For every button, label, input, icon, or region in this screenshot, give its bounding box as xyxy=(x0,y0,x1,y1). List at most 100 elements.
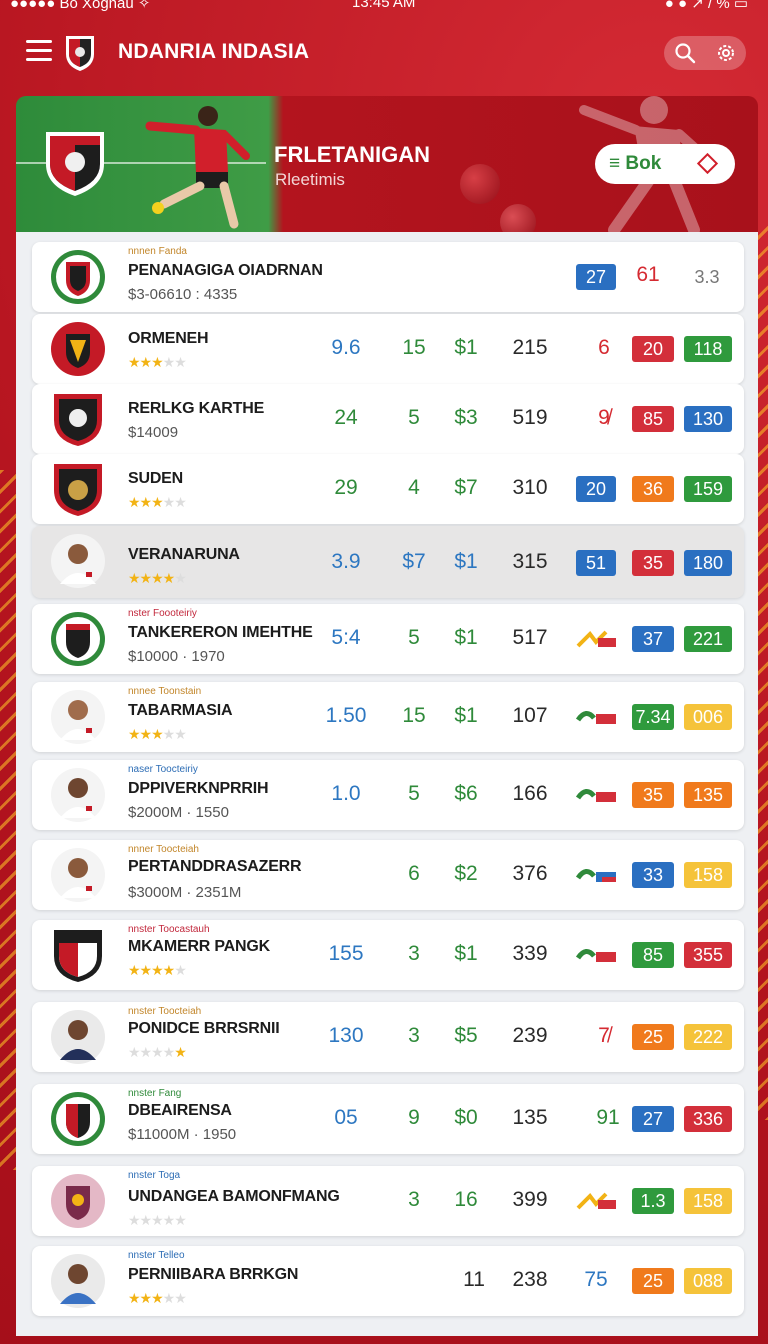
stat-chip: 336 xyxy=(684,1106,732,1132)
list-item[interactable]: nnnen Fanda PENANAGIGA OIADRNAN $3-06610… xyxy=(32,242,744,312)
gear-icon[interactable] xyxy=(714,41,738,65)
stat-value: 3 xyxy=(408,942,420,965)
stat-value: 5 xyxy=(408,406,420,429)
stat-value: 1.0 xyxy=(331,782,361,805)
stat-value: 9 xyxy=(408,1106,420,1129)
stat-value: 91 xyxy=(596,1106,620,1129)
stat-value: 1.50 xyxy=(325,704,367,727)
list-item[interactable]: nnster Fang DBEAIRENSA $11000M · 1950 05… xyxy=(32,1084,744,1154)
player-avatar xyxy=(50,846,106,904)
row-name: PERNIIBARA BRRKGN xyxy=(128,1266,299,1283)
trend-icon xyxy=(576,1192,616,1210)
stat-value: 310 xyxy=(512,476,548,499)
row-sub: $11000M · 1950 xyxy=(128,1126,237,1143)
row-tag: nnster Fang xyxy=(128,1088,182,1099)
player-avatar xyxy=(50,1008,106,1066)
stat-value: 6 xyxy=(598,336,610,359)
stat-chip: 20 xyxy=(576,476,616,502)
row-name: PERTANDDRASAZERR xyxy=(128,858,302,875)
stat-value: 4 xyxy=(408,476,420,499)
trend-icon xyxy=(576,630,616,648)
stat-value: $1 xyxy=(454,704,478,727)
stat-value: 376 xyxy=(512,862,548,885)
row-sub: $10000 · 1970 xyxy=(128,648,225,665)
stat-chip: 118 xyxy=(684,336,732,362)
row-name: SUDEN xyxy=(128,470,184,487)
list-item-selected[interactable]: VERANARUNA ★★★★★ 3.9 $7 $1 315 51 35 180 xyxy=(32,526,744,598)
stat-chip: 25 xyxy=(632,1268,674,1294)
club-badge-icon xyxy=(50,610,106,668)
list-item[interactable]: nster Foooteiriy TANKERERON IMEHTHE $100… xyxy=(32,604,744,674)
stat-chip: 158 xyxy=(684,1188,732,1214)
stat-chip: 088 xyxy=(684,1268,732,1294)
header-actions xyxy=(664,36,746,70)
list-item[interactable]: ORMENEH ★★★★★ 9.6 15 $1 215 6 20 118 xyxy=(32,314,744,384)
club-logo-icon xyxy=(66,36,94,71)
trend-icon xyxy=(576,869,616,882)
row-sub: $14009 xyxy=(128,424,179,441)
stat-value: $6 xyxy=(454,782,478,805)
list-item[interactable]: nnster Toocteiah PONIDCE BRRSRNII ★★★★★ … xyxy=(32,1002,744,1072)
stat-value: 7̸ xyxy=(598,1024,610,1047)
hamburger-icon[interactable] xyxy=(26,40,52,62)
stat-chip: 36 xyxy=(632,476,674,502)
status-bar: ●●●●● Bo Xognau ✧ 13:45 AM ● ● ↗ / % ▭ xyxy=(0,0,768,14)
stat-value: 315 xyxy=(512,550,548,573)
club-badge-icon xyxy=(50,320,106,378)
list-item[interactable]: naser Toocteiriy DPPIVERKNPRRIH $2000M ·… xyxy=(32,760,744,830)
list-item[interactable]: nnster Toocastauh MKAMERR PANGK ★★★★★ 15… xyxy=(32,920,744,990)
hero-title: FRLETANIGAN xyxy=(274,142,431,167)
row-name: DBEAIRENSA xyxy=(128,1102,232,1119)
stat-chip: 006 xyxy=(684,704,732,730)
stat-value: 517 xyxy=(512,626,548,649)
stat-chip: 180 xyxy=(684,550,732,576)
stat-value: 135 xyxy=(512,1106,548,1129)
list-item[interactable]: RERLKG KARTHE $14009 24 5 $3 519 9̸ 85 1… xyxy=(32,384,744,454)
row-name: TANKERERON IMEHTHE xyxy=(128,624,313,641)
stat-chip: 51 xyxy=(576,550,616,576)
list-item[interactable]: nnster Telleo PERNIIBARA BRRKGN ★★★★★ 11… xyxy=(32,1246,744,1316)
stat-value: 215 xyxy=(512,336,548,359)
football-icon xyxy=(460,164,500,204)
row-tag: nnster Toocteiah xyxy=(128,1006,202,1017)
player-avatar xyxy=(50,688,106,746)
trend-icon xyxy=(576,789,616,802)
stat-chip: 135 xyxy=(684,782,732,808)
stat-value: 3 xyxy=(408,1024,420,1047)
stat-value: 339 xyxy=(512,942,548,965)
row-tag: nnnee Toonstain xyxy=(128,686,202,697)
search-icon[interactable] xyxy=(673,41,697,65)
club-badge-icon xyxy=(50,1090,106,1148)
stat-value: $3 xyxy=(454,406,478,429)
stat-chip: 35 xyxy=(632,550,674,576)
row-name: RERLKG KARTHE xyxy=(128,400,265,417)
stat-value: 9.6 xyxy=(331,336,361,359)
stat-chip: 20 xyxy=(632,336,674,362)
club-badge-icon xyxy=(50,390,106,448)
status-time: 13:45 AM xyxy=(352,0,416,11)
book-button[interactable]: ≡ Bok xyxy=(595,144,735,184)
stat-value: 75 xyxy=(584,1268,608,1291)
list-item[interactable]: nnnee Toonstain TABARMASIA ★★★★★ 1.50 15… xyxy=(32,682,744,752)
club-badge-icon xyxy=(50,460,106,518)
row-tag: nnner Toocteiah xyxy=(128,844,199,855)
stat-value: 15 xyxy=(402,336,426,359)
hero-subtitle: Rleetimis xyxy=(275,170,345,189)
list-item[interactable]: nnner Toocteiah PERTANDDRASAZERR $3000M … xyxy=(32,840,744,910)
list-item[interactable]: SUDEN ★★★★★ 29 4 $7 310 20 36 159 xyxy=(32,454,744,524)
list-item[interactable]: nnster Toga UNDANGEA BAMONFMANG ★★★★★ 3 … xyxy=(32,1166,744,1236)
stat-value: $0 xyxy=(454,1106,478,1129)
stat-chip: 355 xyxy=(684,942,732,968)
stat-chip: 35 xyxy=(632,782,674,808)
rating-stars: ★★★★★ xyxy=(128,1290,187,1306)
rating-stars: ★★★★★ xyxy=(128,726,187,742)
row-name: VERANARUNA xyxy=(128,546,240,563)
stat-value: $5 xyxy=(454,1024,478,1047)
stat-chip: 3.3 xyxy=(694,267,720,287)
hero-banner: FRLETANIGAN Rleetimis ≡ Bok xyxy=(16,96,758,232)
book-button-label: ≡ Bok xyxy=(609,153,662,174)
rating-stars: ★★★★★ xyxy=(128,494,187,510)
stat-chip: 85 xyxy=(632,406,674,432)
stat-value: 6 xyxy=(408,862,420,885)
stat-value: $2 xyxy=(454,862,478,885)
